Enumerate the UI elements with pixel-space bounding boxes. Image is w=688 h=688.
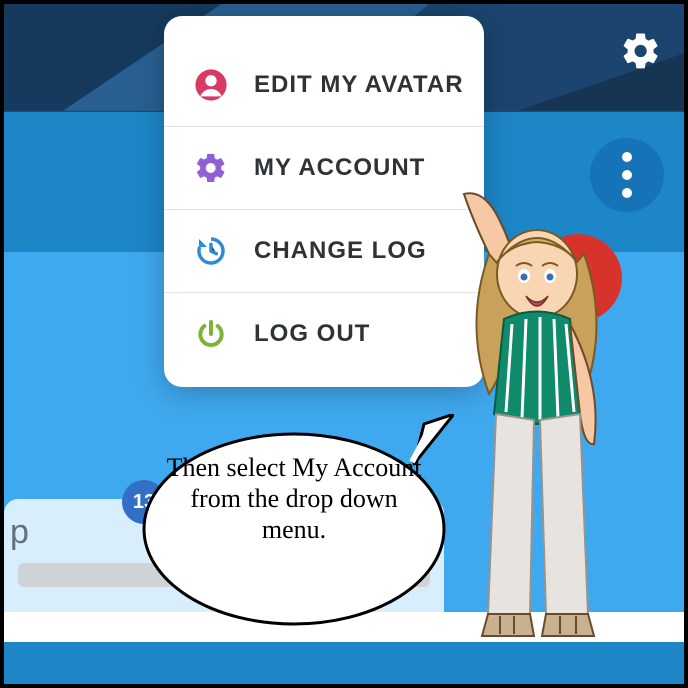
- menu-item-label: LOG OUT: [254, 320, 370, 348]
- dot-icon: [622, 152, 632, 162]
- menu-item-label: MY ACCOUNT: [254, 154, 425, 182]
- tutorial-frame: p 13 EDIT MY AVATAR MY ACCOUNT CHANGE LO…: [0, 0, 688, 688]
- guide-avatar: [434, 184, 654, 654]
- menu-item-edit-avatar[interactable]: EDIT MY AVATAR: [164, 44, 484, 126]
- menu-item-label: EDIT MY AVATAR: [254, 71, 464, 99]
- avatar-icon: [194, 68, 228, 102]
- speech-bubble: Then select My Account from the drop dow…: [134, 414, 454, 634]
- power-icon: [194, 317, 228, 351]
- history-icon: [194, 234, 228, 268]
- gear-icon: [194, 151, 228, 185]
- settings-button[interactable]: [616, 26, 666, 76]
- speech-bubble-text: Then select My Account from the drop dow…: [164, 452, 424, 546]
- panel-hint-text: p: [10, 513, 29, 552]
- dot-icon: [622, 170, 632, 180]
- gear-icon: [620, 30, 662, 72]
- menu-item-label: CHANGE LOG: [254, 237, 427, 265]
